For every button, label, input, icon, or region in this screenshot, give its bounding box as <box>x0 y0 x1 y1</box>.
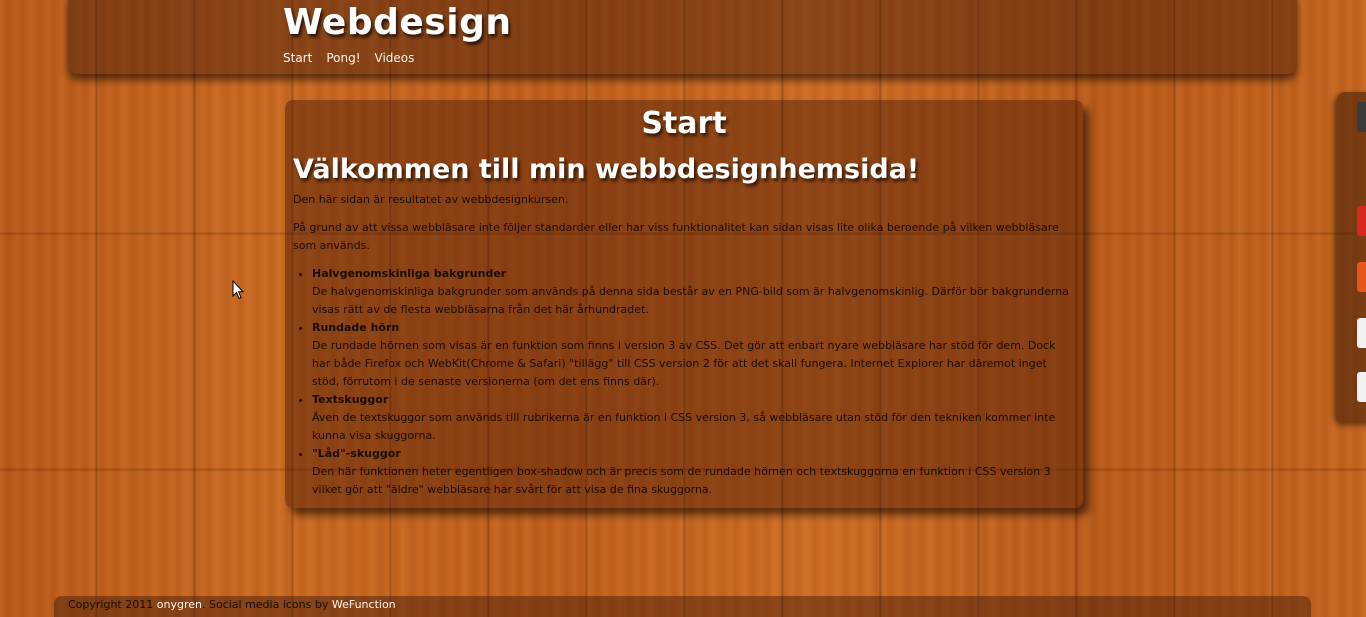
social-media-sidebar <box>1337 92 1366 422</box>
feature-title: Textskuggor <box>312 393 389 406</box>
share-icon[interactable] <box>1357 372 1366 402</box>
wefunction-link[interactable]: WeFunction <box>332 598 396 611</box>
nav-link-start[interactable]: Start <box>283 51 312 65</box>
feature-title: Halvgenomskinliga bakgrunder <box>312 267 507 280</box>
pdf-icon[interactable] <box>1357 206 1366 236</box>
copyright-text: Copyright 2011 <box>68 598 157 611</box>
nav-link-pong[interactable]: Pong! <box>326 51 360 65</box>
page-heading: Start <box>641 106 727 141</box>
mouse-cursor-icon <box>232 280 244 300</box>
list-item: Rundade hörn De rundade hörnen som visas… <box>312 319 1073 391</box>
site-title: Webdesign <box>283 2 512 43</box>
icons-credit-text: . Social media icons by <box>201 598 332 611</box>
monitor-icon[interactable] <box>1357 102 1366 132</box>
feature-text: Den här funktionen heter egentligen box-… <box>312 465 1051 496</box>
nav-link-videos[interactable]: Videos <box>375 51 415 65</box>
intro-text: Den här sidan är resultatet av webbdesig… <box>293 193 569 206</box>
author-link[interactable]: onygren <box>157 598 202 611</box>
site-footer: Copyright 2011 onygren. Social media ico… <box>54 596 1311 617</box>
list-item: Halvgenomskinliga bakgrunder De halvgeno… <box>312 265 1073 319</box>
feature-text: Även de textskuggor som används till rub… <box>312 411 1056 442</box>
mail-icon[interactable] <box>1357 318 1366 348</box>
rss-icon[interactable] <box>1357 262 1366 292</box>
feature-title: Rundade hörn <box>312 321 400 334</box>
browser-note: På grund av att vissa webbläsare inte fö… <box>293 221 1059 252</box>
feature-title: "Låd"-skuggor <box>312 447 401 460</box>
feature-text: De halvgenomskinliga bakgrunder som anvä… <box>312 285 1069 316</box>
feature-text: De rundade hörnen som visas är en funkti… <box>312 339 1056 388</box>
site-header <box>68 0 1297 74</box>
welcome-heading: Välkommen till min webbdesignhemsida! <box>293 154 920 185</box>
content-panel: Start Välkommen till min webbdesignhemsi… <box>285 100 1083 508</box>
feature-list: Halvgenomskinliga bakgrunder De halvgeno… <box>293 265 1073 499</box>
body-text: Den här sidan är resultatet av webbdesig… <box>293 191 1073 499</box>
list-item: Textskuggor Även de textskuggor som anvä… <box>312 391 1073 445</box>
main-nav: Start Pong! Videos <box>283 51 428 65</box>
list-item: "Låd"-skuggor Den här funktionen heter e… <box>312 445 1073 499</box>
